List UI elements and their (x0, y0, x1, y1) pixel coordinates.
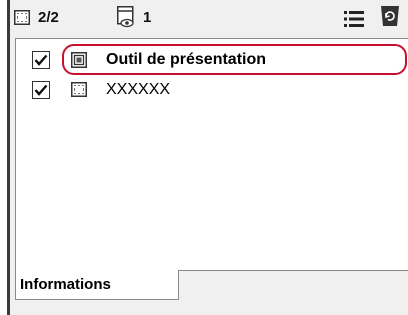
list-item-label: Outil de présentation (106, 51, 267, 68)
presentation-tool-icon (71, 52, 87, 73)
visibility-checkbox[interactable] (32, 51, 50, 69)
visibility-checkbox[interactable] (32, 81, 50, 99)
viewer-count-label: 1 (143, 8, 152, 26)
layer-frame-icon (71, 82, 87, 102)
list-item[interactable]: XXXXXX (16, 75, 408, 105)
tab-informations[interactable]: Informations (15, 270, 179, 300)
layer-frame-icon (14, 9, 30, 25)
checkmark-icon (34, 84, 48, 96)
list-item-label: XXXXXX (106, 81, 171, 98)
layer-list: Outil de présentation XXXXXX (15, 38, 408, 271)
tab-strip: Informations (10, 270, 408, 315)
viewer-count-indicator: 1 (117, 6, 152, 28)
page-eye-icon (117, 6, 135, 28)
panel-edge (7, 0, 10, 315)
refresh-icon (380, 5, 400, 27)
layer-count-label: 2/2 (38, 8, 59, 26)
layer-count-indicator: 2/2 (14, 7, 59, 27)
tab-divider (179, 270, 408, 271)
refresh-button[interactable] (380, 6, 400, 26)
list-item[interactable]: Outil de présentation (16, 45, 408, 75)
list-menu-icon (344, 11, 364, 27)
checkmark-icon (34, 54, 48, 66)
panel-toolbar: 2/2 1 (10, 0, 408, 36)
list-menu-button[interactable] (344, 9, 364, 29)
tab-label: Informations (20, 276, 111, 293)
